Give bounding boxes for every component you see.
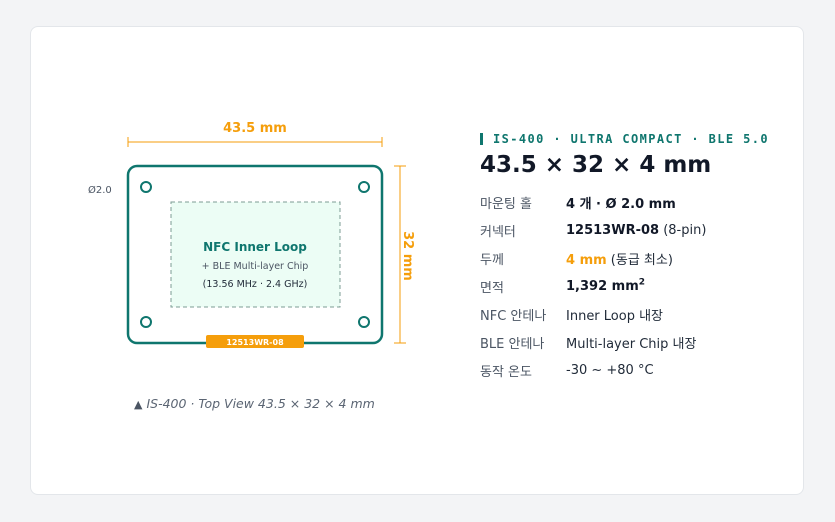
spec-key: NFC 안테나 <box>480 308 547 324</box>
spec-value: Inner Loop 내장 <box>566 308 664 324</box>
spec-row-temperature: 동작 온도 -30 ~ +80 °C <box>480 356 800 384</box>
spec-value-bold: 12513WR-08 <box>566 222 660 238</box>
diagram-caption: ▲ IS-400 · Top View 43.5 × 32 × 4 mm <box>134 396 375 411</box>
spec-row-ble-antenna: BLE 안테나 Multi-layer Chip 내장 <box>480 328 800 356</box>
width-label: 43.5 mm <box>223 121 287 136</box>
hole-label: Ø2.0 <box>88 184 112 196</box>
spec-panel: IS-400 · ULTRA COMPACT · BLE 5.0 43.5 × … <box>480 132 800 384</box>
spec-value-accent: 4 mm <box>566 252 607 268</box>
area-superscript: 2 <box>638 277 646 288</box>
spec-row-nfc-antenna: NFC 안테나 Inner Loop 내장 <box>480 300 800 328</box>
inner-title: NFC Inner Loop <box>203 240 307 254</box>
caption-text: IS-400 · Top View 43.5 × 32 × 4 mm <box>146 396 375 411</box>
spec-value-extra: (동급 최소) <box>606 252 673 268</box>
spec-key: 커넥터 <box>480 224 516 240</box>
inner-subtitle: + BLE Multi-layer Chip <box>202 261 309 272</box>
spec-value: Multi-layer Chip 내장 <box>566 336 697 352</box>
spec-key: 두께 <box>480 252 504 268</box>
eyebrow-text: IS-400 · ULTRA COMPACT · BLE 5.0 <box>493 132 769 146</box>
spec-key: 마운팅 홀 <box>480 196 532 212</box>
spec-value: 4 mm (동급 최소) <box>566 249 673 268</box>
connector-label: 12513WR-08 <box>226 338 284 347</box>
spec-key: BLE 안테나 <box>480 336 545 352</box>
spec-value: 1,392 mm2 <box>566 278 645 294</box>
eyebrow-bar <box>480 133 483 145</box>
spec-key: 면적 <box>480 280 504 296</box>
spec-table: 마운팅 홀 4 개 · Ø 2.0 mm 커넥터 12513WR-08 (8-p… <box>480 188 800 384</box>
dimension-headline: 43.5 × 32 × 4 mm <box>480 152 712 178</box>
area-value: 1,392 mm <box>566 279 639 295</box>
product-eyebrow: IS-400 · ULTRA COMPACT · BLE 5.0 <box>480 132 800 146</box>
spec-value-bold: 4 개 · Ø 2.0 mm <box>566 196 676 212</box>
spec-row-thickness: 두께 4 mm (동급 최소) <box>480 244 800 272</box>
spec-row-mounting: 마운팅 홀 4 개 · Ø 2.0 mm <box>480 188 800 216</box>
spec-key: 동작 온도 <box>480 364 532 380</box>
spec-value-bold: 1,392 mm2 <box>566 277 646 295</box>
spec-row-area: 면적 1,392 mm2 <box>480 272 800 300</box>
spec-value: -30 ~ +80 °C <box>566 362 654 378</box>
triangle-up-icon: ▲ <box>134 398 143 411</box>
inner-frequency: (13.56 MHz · 2.4 GHz) <box>203 279 308 290</box>
spec-value: 4 개 · Ø 2.0 mm <box>566 193 676 212</box>
spec-value: 12513WR-08 (8-pin) <box>566 223 706 238</box>
nfc-inner-loop-area <box>170 201 341 308</box>
spec-value-extra: (8-pin) <box>659 222 707 238</box>
height-label: 32 mm <box>400 231 415 281</box>
spec-row-connector: 커넥터 12513WR-08 (8-pin) <box>480 216 800 244</box>
